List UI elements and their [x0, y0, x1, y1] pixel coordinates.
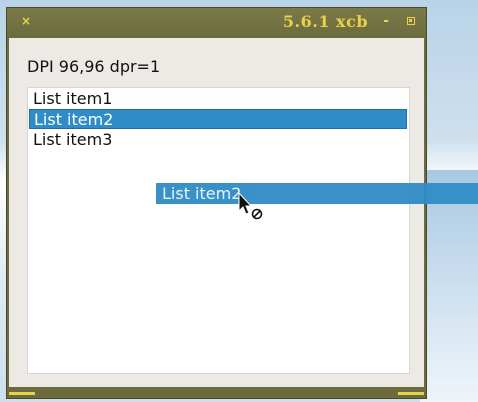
- resize-grip-right[interactable]: [398, 392, 424, 395]
- list-item-3[interactable]: List item3: [29, 130, 407, 150]
- list-item-2[interactable]: List item2: [29, 109, 407, 129]
- list-widget[interactable]: List item1 List item2 List item3: [27, 87, 410, 374]
- maximize-button[interactable]: [407, 17, 415, 25]
- desktop-background: [420, 170, 478, 402]
- minimize-button[interactable]: -: [380, 13, 392, 29]
- window-bottom-border: [7, 389, 426, 398]
- arrow-no-drop-cursor-icon: [238, 192, 263, 220]
- resize-grip-left[interactable]: [9, 392, 35, 395]
- title-bar[interactable]: × 5.6.1 xcb -: [7, 8, 426, 36]
- window-title: 5.6.1 xcb: [282, 12, 368, 31]
- dpi-label: DPI 96,96 dpr=1: [27, 57, 161, 76]
- window-content: DPI 96,96 dpr=1 List item1 List item2 Li…: [9, 38, 424, 387]
- close-button[interactable]: ×: [19, 14, 33, 28]
- drag-ghost-item: List item2: [156, 183, 478, 204]
- list-item-1[interactable]: List item1: [29, 89, 407, 109]
